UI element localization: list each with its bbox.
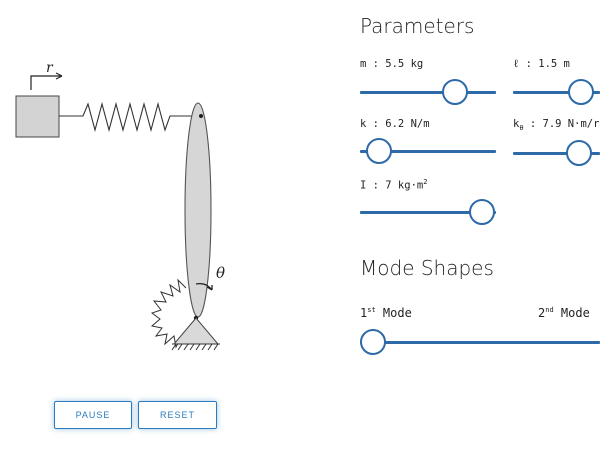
i-slider-label: I : 7 kg·m2 [360,178,428,192]
mode-slider-knob[interactable] [360,329,386,355]
m-slider-knob[interactable] [442,79,468,105]
pivot-support [172,317,220,345]
reset-button[interactable]: RESET [138,401,217,429]
second-mode-label: 2nd Mode [538,306,590,320]
mode-slider-track[interactable] [360,341,600,344]
system-diagram: r θ [15,60,225,351]
first-mode-label: 1st Mode [360,306,412,320]
m-slider-label: m : 5.5 kg [360,58,424,70]
ktheta-slider-knob[interactable] [566,140,592,166]
l-slider-label: ℓ : 1.5 m [513,58,570,70]
k-slider-knob[interactable] [366,138,392,164]
ktheta-slider-label: kθ : 7.9 N·m/rad [513,118,600,133]
i-slider-knob[interactable] [469,199,495,225]
m-slider-track[interactable] [360,91,496,94]
k-slider-label: k : 6.2 N/m [360,118,430,130]
mass-block [15,95,60,138]
l-slider-knob[interactable] [568,79,594,105]
pause-button[interactable]: PAUSE [54,401,132,429]
linear-spring [59,101,200,133]
ground-hatch [171,343,219,351]
r-label: r [46,60,54,76]
parameters-heading: Parameters [360,14,475,38]
mode-shapes-heading: Mode Shapes [360,256,494,280]
theta-label: θ [216,264,225,282]
